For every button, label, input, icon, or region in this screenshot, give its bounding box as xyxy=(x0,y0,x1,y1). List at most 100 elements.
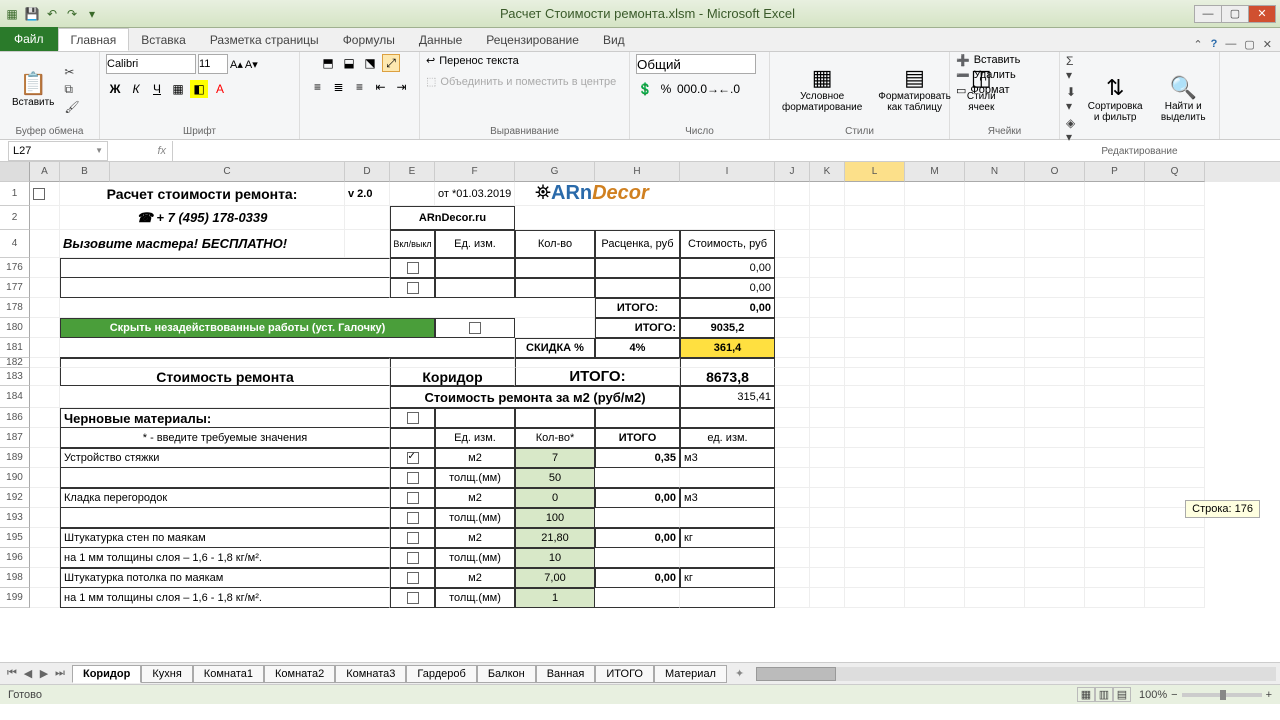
cell[interactable]: * - введите требуемые значения xyxy=(60,428,390,448)
fill-color-button[interactable]: ◧ xyxy=(190,80,208,98)
cell[interactable] xyxy=(965,298,1025,318)
cell[interactable] xyxy=(905,318,965,338)
cell[interactable] xyxy=(30,528,60,548)
cell[interactable] xyxy=(1145,548,1205,568)
cell[interactable] xyxy=(1085,548,1145,568)
sheet-tab[interactable]: Коридор xyxy=(72,665,141,683)
row-header[interactable]: 184 xyxy=(0,386,30,408)
checkbox[interactable] xyxy=(407,412,419,424)
autosum-icon[interactable]: Σ ▾ xyxy=(1066,54,1077,82)
font-size-select[interactable] xyxy=(198,54,228,74)
help-icon[interactable]: ? xyxy=(1211,38,1218,51)
cell[interactable] xyxy=(1025,338,1085,358)
cell[interactable] xyxy=(905,298,965,318)
row-header[interactable]: 198 xyxy=(0,568,30,588)
orientation-icon[interactable]: ⤢ xyxy=(382,54,400,72)
cell[interactable] xyxy=(390,508,435,528)
cell[interactable] xyxy=(775,206,810,230)
align-bottom-icon[interactable]: ⬔ xyxy=(361,54,379,72)
cell[interactable] xyxy=(965,230,1025,258)
fx-icon[interactable]: fx xyxy=(112,145,172,157)
dec-decimal-icon[interactable]: ←.0 xyxy=(720,80,738,98)
row-header[interactable]: 196 xyxy=(0,548,30,568)
col-header-P[interactable]: P xyxy=(1085,162,1145,182)
cell[interactable] xyxy=(1025,488,1085,508)
cell[interactable]: 0,00 xyxy=(680,298,775,318)
cell[interactable] xyxy=(60,278,390,298)
cell[interactable] xyxy=(965,408,1025,428)
cell[interactable]: 0,00 xyxy=(595,488,680,508)
cell[interactable] xyxy=(390,448,435,468)
cell[interactable] xyxy=(810,568,845,588)
cell[interactable] xyxy=(595,468,680,488)
cell[interactable]: м2 xyxy=(435,528,515,548)
cell[interactable] xyxy=(60,298,595,318)
cell[interactable] xyxy=(905,528,965,548)
cell[interactable] xyxy=(965,468,1025,488)
cell[interactable]: Кол-во* xyxy=(515,428,595,448)
cell[interactable] xyxy=(595,508,680,528)
cell[interactable]: 7 xyxy=(515,448,595,468)
cell[interactable] xyxy=(30,358,60,368)
cell[interactable] xyxy=(845,206,905,230)
cell[interactable] xyxy=(775,230,810,258)
cell[interactable] xyxy=(680,588,775,608)
cell[interactable] xyxy=(965,428,1025,448)
cell[interactable] xyxy=(390,568,435,588)
sheet-tab[interactable]: Кухня xyxy=(141,665,192,683)
cell[interactable] xyxy=(1145,448,1205,468)
row-header[interactable]: 192 xyxy=(0,488,30,508)
cond-format-button[interactable]: ▦Условное форматирование xyxy=(776,63,868,115)
row-header[interactable]: 186 xyxy=(0,408,30,428)
cell[interactable] xyxy=(390,528,435,548)
cell[interactable] xyxy=(845,488,905,508)
cell[interactable] xyxy=(30,488,60,508)
percent-icon[interactable]: % xyxy=(657,80,675,98)
cell[interactable] xyxy=(30,338,60,358)
cell[interactable]: 0,35 xyxy=(595,448,680,468)
cell[interactable] xyxy=(905,182,965,206)
row-header[interactable]: 199 xyxy=(0,588,30,608)
align-center-icon[interactable]: ≣ xyxy=(330,78,348,96)
cell[interactable] xyxy=(965,206,1025,230)
col-header-O[interactable]: O xyxy=(1025,162,1085,182)
cell[interactable]: Стоимость ремонта за м2 (руб/м2) xyxy=(390,386,680,408)
cell[interactable] xyxy=(595,548,680,568)
cell[interactable] xyxy=(905,488,965,508)
cell[interactable] xyxy=(1025,318,1085,338)
cell[interactable] xyxy=(845,358,905,368)
cell[interactable] xyxy=(845,368,905,386)
cell[interactable] xyxy=(775,528,810,548)
cell[interactable] xyxy=(845,278,905,298)
cell[interactable] xyxy=(810,588,845,608)
cell[interactable] xyxy=(905,428,965,448)
close-button[interactable]: ✕ xyxy=(1248,5,1276,23)
normal-view-icon[interactable]: ▦ xyxy=(1077,687,1095,702)
cell[interactable] xyxy=(965,318,1025,338)
cell[interactable] xyxy=(905,386,965,408)
number-format-select[interactable] xyxy=(636,54,756,74)
cell[interactable] xyxy=(1145,318,1205,338)
sheet-tab[interactable]: Балкон xyxy=(477,665,536,683)
cell[interactable] xyxy=(1085,278,1145,298)
cell[interactable]: Коридор xyxy=(390,368,515,386)
cell[interactable] xyxy=(845,428,905,448)
cell[interactable] xyxy=(965,448,1025,468)
col-header-I[interactable]: I xyxy=(680,162,775,182)
cell[interactable] xyxy=(680,508,775,528)
cell[interactable] xyxy=(680,548,775,568)
cell[interactable]: 361,4 xyxy=(680,338,775,358)
cell[interactable]: на 1 мм толщины слоя – 1,6 - 1,8 кг/м². xyxy=(60,548,390,568)
cell[interactable]: Вкл/выкл xyxy=(390,230,435,258)
cell[interactable] xyxy=(965,528,1025,548)
cell[interactable] xyxy=(845,182,905,206)
cell[interactable] xyxy=(1025,448,1085,468)
cell[interactable]: Ед. изм. xyxy=(435,230,515,258)
cell[interactable] xyxy=(30,448,60,468)
sheet-cells[interactable]: Расчет стоимости ремонта:v 2.0от *01.03.… xyxy=(30,182,1280,608)
cell[interactable]: 21,80 xyxy=(515,528,595,548)
cell[interactable] xyxy=(1025,230,1085,258)
cell[interactable] xyxy=(30,386,60,408)
cell[interactable]: 100 xyxy=(515,508,595,528)
paste-button[interactable]: 📋 Вставить xyxy=(6,69,60,110)
